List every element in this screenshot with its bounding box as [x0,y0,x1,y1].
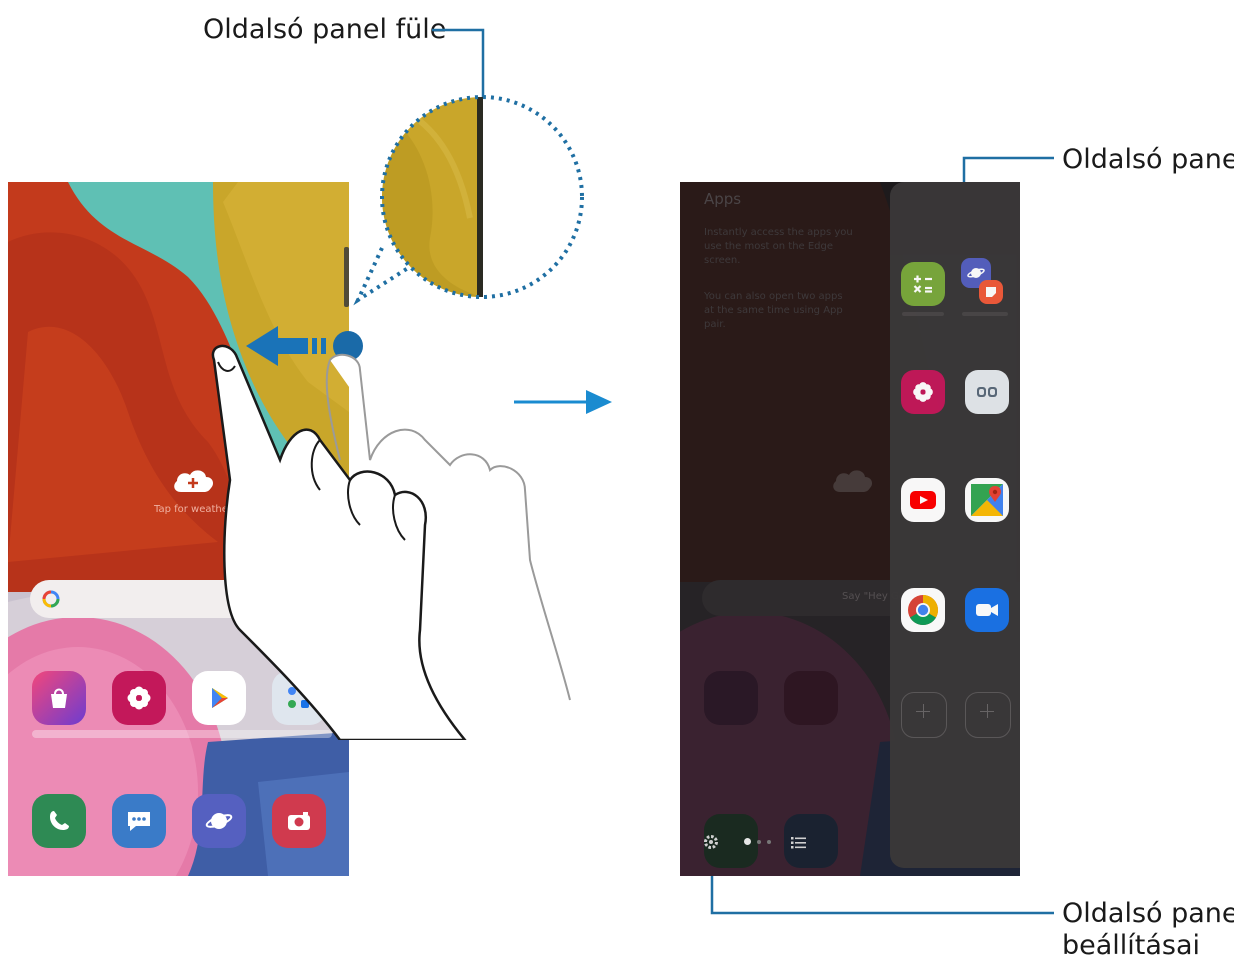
page-indicator [744,838,771,845]
internet-app[interactable] [192,794,246,848]
edge-panel-settings-label: Oldalsó panel beállításai [1062,898,1234,962]
folder-icon [977,387,997,397]
page-dot [757,839,761,844]
camera-app[interactable] [272,794,326,848]
page-dot-active [744,838,751,845]
chat-bubble-icon [128,812,150,831]
play-button-icon [910,491,936,509]
dimmed-home-store [704,671,758,725]
page-dot [767,839,771,844]
camera-icon [288,812,310,830]
calculator-app[interactable] [901,262,945,306]
sticky-note-icon [986,287,996,297]
internet-pair-app[interactable] [961,258,1013,310]
youtube-app[interactable] [901,478,945,522]
gallery-app[interactable] [901,370,945,414]
phone-handset-icon [50,811,69,830]
edge-panel-screen: Apps Instantly access the apps you use t… [680,182,1020,876]
chrome-app[interactable] [901,588,945,632]
edge-panel-settings-icon[interactable] [702,833,720,851]
flower-icon [913,382,933,402]
messages-app[interactable] [112,794,166,848]
galaxy-store-app[interactable] [32,671,86,725]
shopping-bag-icon [51,688,67,708]
edge-handle-magnifier [353,95,584,306]
note-mini-icon [979,280,1003,304]
google-g-icon [42,590,60,608]
edge-panel-settings-line1: Oldalsó panel [1062,898,1234,929]
map-pin-icon [971,484,1003,516]
swipe-gesture [211,326,571,740]
swipe-left-arrow [246,326,326,366]
calculator-icon [913,275,932,293]
gallery-app[interactable] [112,671,166,725]
edge-handle-label: Oldalsó panel füle [203,14,447,45]
add-app-slot[interactable] [965,692,1011,738]
add-app-slot[interactable] [901,692,947,738]
edge-panel[interactable] [890,182,1020,868]
cloud-add-icon [833,470,873,492]
chrome-icon [908,594,938,626]
video-camera-icon [976,604,998,616]
flower-icon [127,686,151,710]
maps-app[interactable] [965,478,1009,522]
edge-panel-settings-line2: beállításai [1062,930,1201,961]
duo-app[interactable] [965,588,1009,632]
phone-app[interactable] [32,794,86,848]
edge-panel-description-1: Instantly access the apps you use the mo… [704,227,853,266]
edge-panel-title: Apps [704,190,742,208]
planet-icon [205,813,233,829]
list-icon[interactable] [791,836,807,850]
edge-panel-label: Oldalsó panel [1062,144,1234,175]
dimmed-home-gallery [784,671,838,725]
edge-panel-description-2: You can also open two apps at the same t… [704,291,843,330]
panel-row1-labels [898,312,1012,318]
folder-app[interactable] [965,370,1009,414]
